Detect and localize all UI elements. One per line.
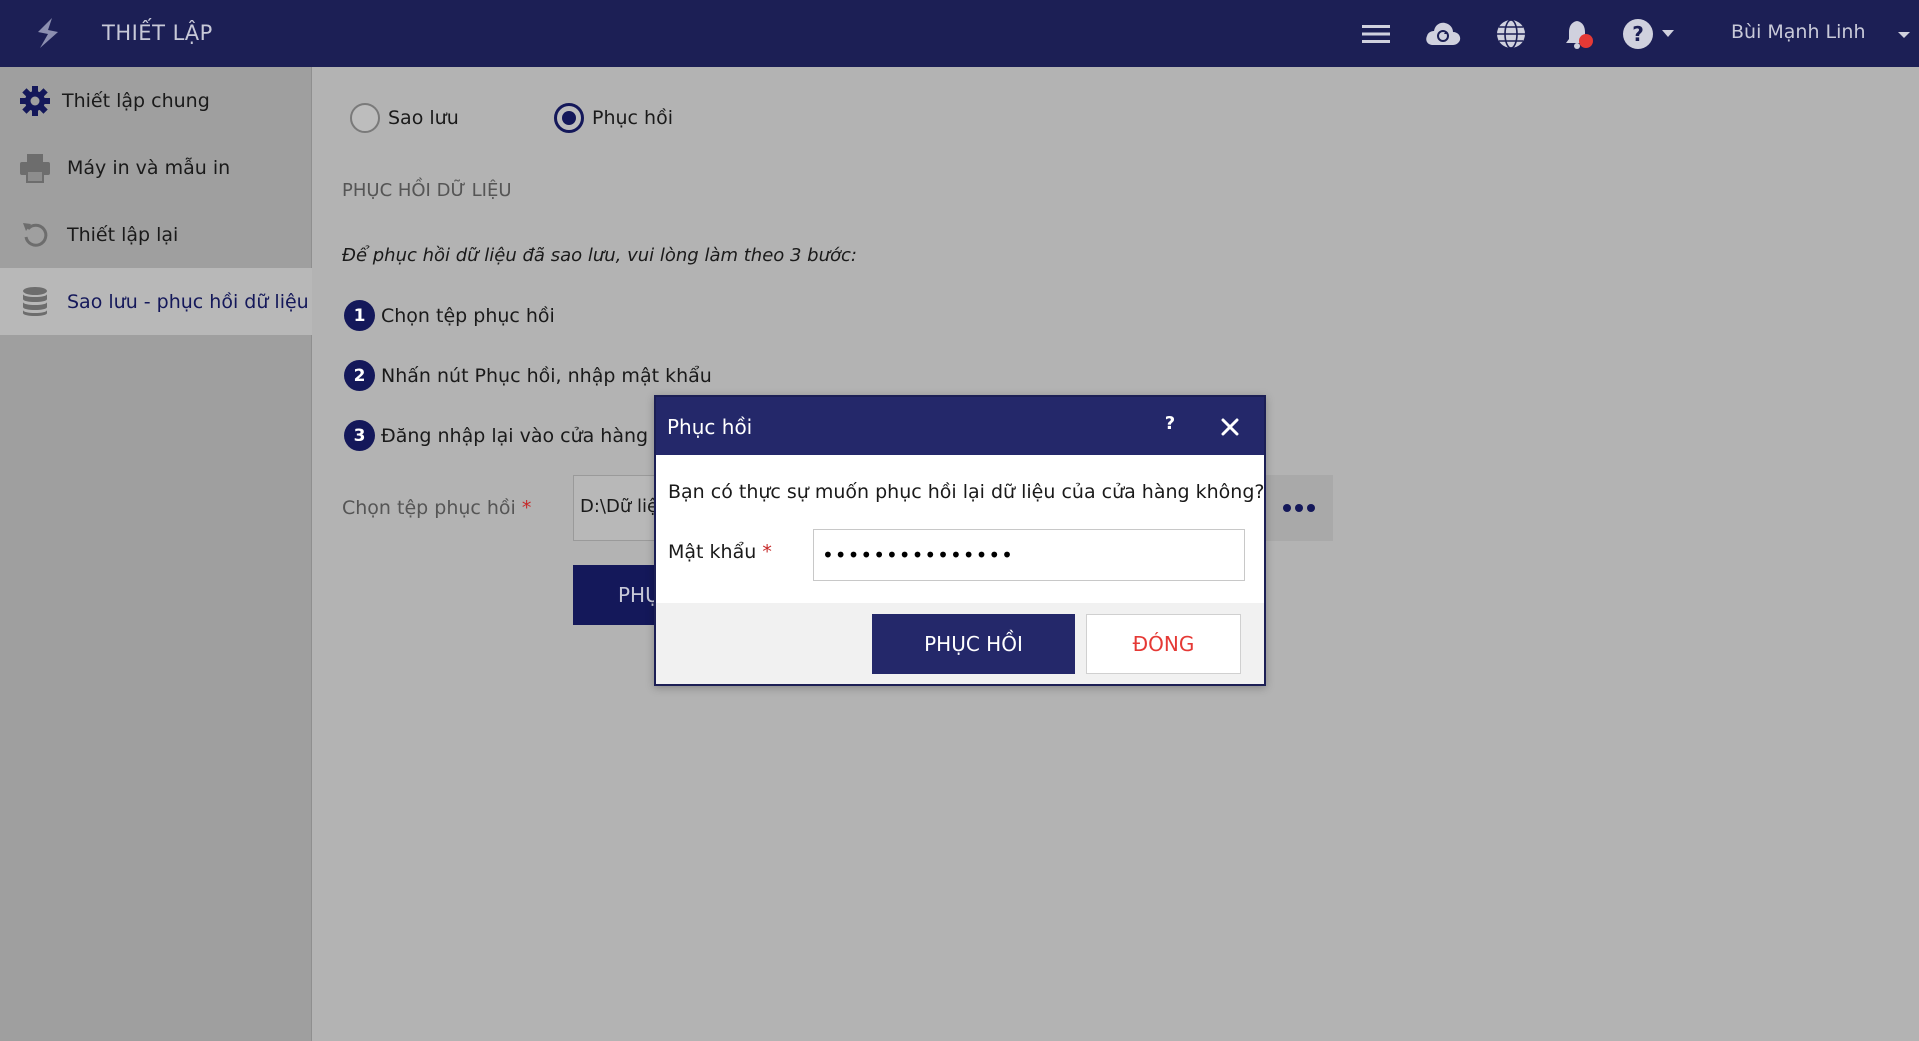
required-mark: *: [521, 497, 532, 519]
dialog-help-button[interactable]: ?: [1158, 413, 1182, 434]
step-number-badge: 2: [344, 360, 375, 391]
instruction-text: Để phục hồi dữ liệu đã sao lưu, vui lòng…: [342, 245, 857, 266]
radio-button-unchecked[interactable]: [350, 103, 380, 133]
sidebar-item-label: Máy in và mẫu in: [67, 156, 231, 179]
sidebar: Thiết lập chung Máy in và mẫu in Thiết l…: [0, 67, 312, 1041]
backup-radio[interactable]: Sao lưu: [350, 103, 459, 133]
dialog-header: Phục hồi ?: [656, 397, 1264, 455]
globe-icon[interactable]: [1491, 14, 1531, 54]
sidebar-item-printers[interactable]: Máy in và mẫu in: [0, 134, 312, 201]
more-dots-icon: [1283, 504, 1315, 512]
sidebar-item-general-settings[interactable]: Thiết lập chung: [0, 67, 312, 134]
dialog-question: Bạn có thực sự muốn phục hồi lại dữ liệu…: [668, 481, 1265, 503]
password-field[interactable]: [813, 529, 1245, 581]
page-title: THIẾT LẬP: [102, 21, 213, 45]
step-number-badge: 1: [344, 300, 375, 331]
database-icon: [18, 285, 52, 319]
help-dropdown-chevron-down-icon[interactable]: [1656, 14, 1680, 54]
file-field-label: Chọn tệp phục hồi *: [342, 497, 531, 519]
restore-radio-label: Phục hồi: [592, 107, 673, 129]
step-3: 3 Đăng nhập lại vào cửa hàng mu: [344, 420, 685, 451]
section-title: PHỤC HỒI DỮ LIỆU: [342, 180, 512, 201]
restore-dialog: Phục hồi ? Bạn có thực sự muốn phục hồi …: [654, 395, 1266, 686]
close-button[interactable]: ĐÓNG: [1086, 614, 1241, 674]
sidebar-item-label: Sao lưu - phục hồi dữ liệu: [67, 290, 309, 313]
user-name[interactable]: Bùi Mạnh Linh: [1731, 21, 1866, 43]
confirm-restore-button[interactable]: PHỤC HỒI: [872, 614, 1075, 674]
user-menu-chevron-down-icon[interactable]: [1897, 27, 1911, 41]
sidebar-item-backup-restore[interactable]: Sao lưu - phục hồi dữ liệu: [0, 268, 312, 335]
bell-icon[interactable]: [1559, 14, 1599, 54]
step-2: 2 Nhấn nút Phục hồi, nhập mật khẩu: [344, 360, 712, 391]
step-number-badge: 3: [344, 420, 375, 451]
step-text: Nhấn nút Phục hồi, nhập mật khẩu: [381, 364, 712, 387]
reset-icon: [18, 218, 52, 252]
step-text: Chọn tệp phục hồi: [381, 304, 555, 327]
sidebar-item-label: Thiết lập lại: [67, 223, 179, 246]
sidebar-item-reset[interactable]: Thiết lập lại: [0, 201, 312, 268]
required-mark: *: [762, 541, 772, 563]
gear-icon: [18, 84, 52, 118]
menu-icon[interactable]: [1356, 14, 1396, 54]
svg-text:?: ?: [1632, 22, 1644, 46]
restore-radio[interactable]: Phục hồi: [554, 103, 673, 133]
step-text: Đăng nhập lại vào cửa hàng mu: [381, 424, 685, 447]
cloud-sync-icon[interactable]: [1423, 14, 1463, 54]
radio-button-checked[interactable]: [554, 103, 584, 133]
help-icon[interactable]: ?: [1618, 14, 1658, 54]
close-icon[interactable]: [1216, 413, 1244, 441]
browse-file-button[interactable]: [1265, 475, 1333, 541]
app-logo-icon[interactable]: [28, 14, 68, 54]
top-bar: THIẾT LẬP ? Bùi Mạnh Linh: [0, 0, 1919, 67]
sidebar-item-label: Thiết lập chung: [62, 89, 210, 112]
backup-radio-label: Sao lưu: [388, 107, 459, 129]
dialog-title: Phục hồi: [667, 415, 753, 439]
password-label-text: Mật khẩu: [668, 541, 757, 563]
file-field-label-text: Chọn tệp phục hồi: [342, 497, 516, 519]
password-label: Mật khẩu *: [668, 541, 772, 563]
printer-icon: [18, 151, 52, 185]
step-1: 1 Chọn tệp phục hồi: [344, 300, 555, 331]
